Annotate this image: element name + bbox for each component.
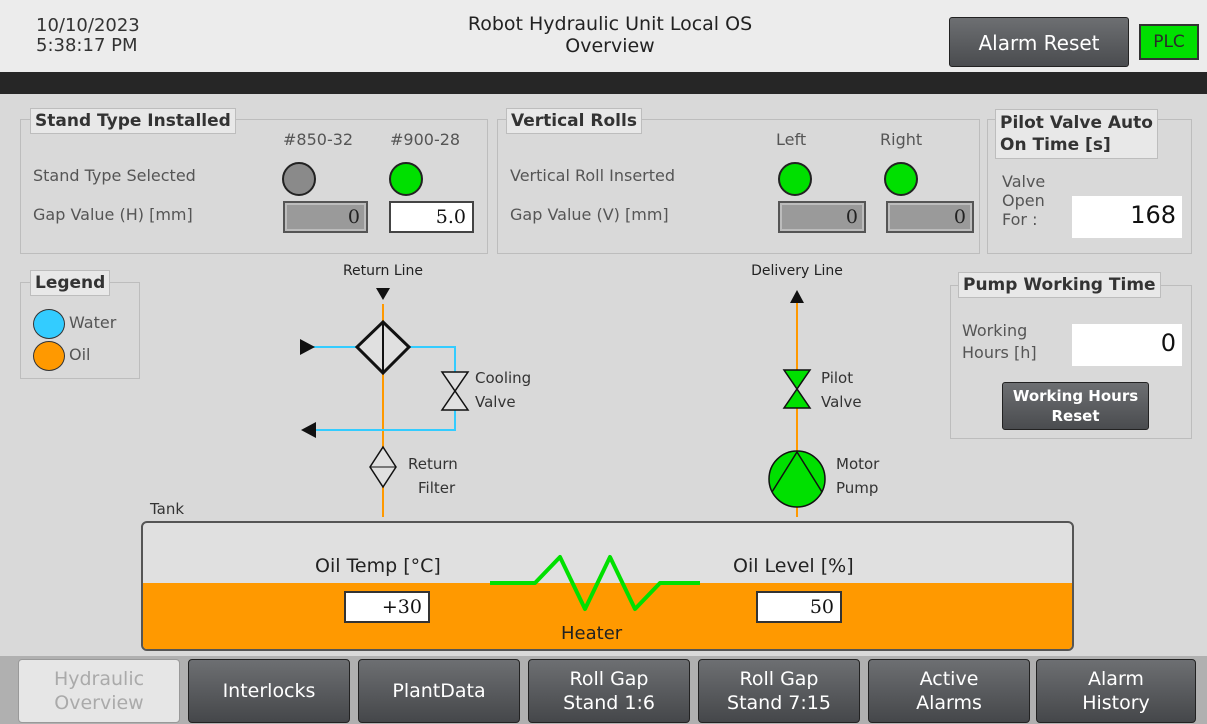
water-swatch-icon — [33, 309, 65, 339]
gap-h-850-field: 0 — [283, 201, 368, 233]
water-to-valve-line — [409, 346, 456, 372]
valve-open-time-input[interactable]: 168 — [1072, 196, 1182, 238]
roll-left-indicator — [778, 162, 812, 196]
valve-open-line2: Open — [1002, 191, 1045, 210]
legend-oil-label: Oil — [69, 345, 91, 364]
return-filter-label-2: Filter — [418, 479, 456, 497]
pilot-title-line1: Pilot Valve Auto — [1000, 113, 1153, 133]
working-hours-field: 0 — [1072, 324, 1182, 366]
return-filter-icon — [369, 445, 397, 489]
oil-temp-label: Oil Temp [°C] — [315, 555, 441, 577]
cooling-valve-label-2: Valve — [475, 393, 516, 411]
legend-water-label: Water — [69, 313, 117, 332]
working-hours-label: Working Hours [h] — [962, 320, 1037, 364]
water-outlet-line — [314, 410, 456, 431]
oil-swatch-icon — [33, 341, 65, 371]
plc-status-indicator: PLC — [1139, 24, 1199, 60]
reset-line1: Working Hours — [1012, 387, 1139, 405]
header: 10/10/2023 5:38:17 PM Robot Hydraulic Un… — [0, 0, 1207, 72]
oil-level-label: Oil Level [%] — [733, 555, 854, 577]
water-in-arrow-icon — [300, 339, 315, 355]
nav-hydraulic-overview[interactable]: Hydraulic Overview — [18, 659, 180, 723]
valve-open-label: Valve Open For : — [1002, 172, 1045, 229]
cooler-icon — [354, 319, 412, 376]
tank-label: Tank — [149, 500, 184, 518]
working-hours-line1: Working — [962, 321, 1028, 340]
nav-alarm-history[interactable]: Alarm History — [1036, 659, 1196, 723]
stand-type-selected-label: Stand Type Selected — [33, 166, 196, 185]
delivery-line-arrow-icon — [790, 290, 804, 303]
time-text: 5:38:17 PM — [36, 35, 138, 56]
return-line-label: Return Line — [343, 263, 423, 279]
tank: Oil Temp [°C] +30 Oil Level [%] 50 Heate… — [141, 521, 1074, 651]
title-line1: Robot Hydraulic Unit Local OS — [467, 13, 753, 35]
stand-col-850-label: #850-32 — [283, 130, 354, 149]
motor-pump-label-2: Pump — [836, 479, 878, 497]
heater-label: Heater — [561, 623, 623, 644]
legend-title: Legend — [30, 270, 111, 296]
gap-v-left-field: 0 — [778, 201, 866, 233]
title-line2: Overview — [565, 35, 655, 57]
stand-850-indicator — [282, 162, 316, 196]
datetime: 10/10/2023 5:38:17 PM — [36, 16, 140, 56]
return-filter-label-1: Return — [408, 455, 458, 473]
gap-v-label: Gap Value (V) [mm] — [510, 205, 669, 224]
roll-right-label: Right — [880, 130, 923, 149]
stand-col-900-label: #900-28 — [390, 130, 461, 149]
water-out-arrow-icon — [301, 422, 316, 438]
working-hours-reset-button[interactable]: Working Hours Reset — [1002, 382, 1149, 430]
bottom-nav: Hydraulic Overview Interlocks PlantData … — [0, 656, 1207, 724]
gap-h-900-input[interactable]: 5.0 — [389, 201, 474, 233]
date-text: 10/10/2023 — [36, 15, 140, 36]
return-line-arrow-icon — [376, 288, 390, 300]
roll-left-label: Left — [776, 130, 807, 149]
stand-900-indicator — [389, 162, 423, 196]
nav-roll-gap-7-15[interactable]: Roll Gap Stand 7:15 — [698, 659, 860, 723]
nav-active-alarms[interactable]: Active Alarms — [868, 659, 1030, 723]
pilot-valve-label-2: Valve — [821, 393, 862, 411]
vertical-rolls-title: Vertical Rolls — [506, 108, 642, 134]
oil-temp-field: +30 — [344, 591, 430, 623]
nav-roll-gap-1-6[interactable]: Roll Gap Stand 1:6 — [528, 659, 690, 723]
motor-pump-label-1: Motor — [836, 455, 880, 473]
pilot-title-line2: On Time [s] — [1000, 135, 1111, 155]
vertical-roll-inserted-label: Vertical Roll Inserted — [510, 166, 676, 185]
reset-line2: Reset — [1051, 407, 1100, 425]
motor-pump-icon[interactable] — [768, 450, 826, 508]
nav-interlocks[interactable]: Interlocks — [188, 659, 350, 723]
pilot-valve-title: Pilot Valve Auto On Time [s] — [995, 109, 1158, 159]
gap-v-right-field: 0 — [886, 201, 974, 233]
heater-icon[interactable] — [490, 553, 700, 617]
pilot-valve-icon[interactable] — [782, 369, 812, 409]
roll-right-indicator — [884, 162, 918, 196]
cooling-valve-label-1: Cooling — [475, 369, 531, 387]
stand-type-title: Stand Type Installed — [30, 108, 236, 134]
valve-open-line3: For : — [1002, 210, 1038, 229]
delivery-line-label: Delivery Line — [751, 263, 843, 279]
oil-level-field: 50 — [756, 591, 842, 623]
nav-plantdata[interactable]: PlantData — [358, 659, 520, 723]
page-title: Robot Hydraulic Unit Local OS Overview — [300, 13, 920, 57]
cooling-valve-icon[interactable] — [440, 371, 470, 411]
pilot-valve-label-1: Pilot — [821, 369, 853, 387]
pump-time-title: Pump Working Time — [958, 272, 1161, 298]
gap-h-label: Gap Value (H) [mm] — [33, 205, 193, 224]
valve-open-line1: Valve — [1002, 172, 1046, 191]
alarm-reset-button[interactable]: Alarm Reset — [949, 17, 1129, 67]
working-hours-line2: Hours [h] — [962, 343, 1037, 362]
header-divider — [0, 72, 1207, 94]
